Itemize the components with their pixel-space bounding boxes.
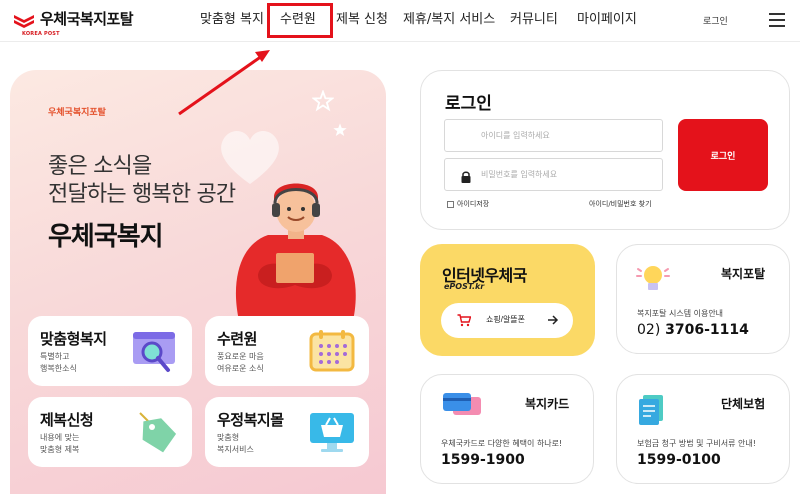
remember-id-label: 아이디저장	[457, 200, 490, 208]
lightbulb-icon	[636, 266, 670, 290]
welfare-portal-title: 복지포탈	[721, 267, 766, 281]
mascot-illustration	[235, 183, 356, 325]
welfare-card-title: 복지카드	[525, 397, 570, 411]
tile-description: 맞춤형 복지서비스	[217, 433, 254, 454]
search-window-icon	[133, 332, 175, 372]
tile-title: 우정복지몰	[217, 411, 284, 429]
hero-headline-line2: 전달하는 행복한 공간	[48, 182, 236, 207]
lock-icon	[461, 171, 471, 183]
tile-description: 내용에 맞는 맞춤형 제복	[40, 433, 80, 454]
nav-uniform-request[interactable]: 제복 신청	[336, 11, 388, 29]
hero-tag: 우체국복지포탈	[48, 108, 106, 118]
group-insurance-title: 단체보험	[721, 397, 766, 411]
nav-mypage[interactable]: 마이페이지	[577, 11, 637, 29]
group-insurance-description: 보험금 청구 방법 및 구비서류 안내!	[637, 439, 756, 448]
nav-community[interactable]: 커뮤니티	[510, 11, 558, 29]
site-logo[interactable]: 우체국복지포탈 KOREA POST	[12, 9, 134, 37]
document-icon	[639, 395, 663, 425]
tile-postal-mall[interactable]: 우정복지몰 맞춤형 복지서비스	[205, 397, 369, 467]
tile-training-center[interactable]: 수련원 풍요로운 마음 여유로운 소식	[205, 316, 369, 386]
tile-uniform-request[interactable]: 제복신청 내용에 맞는 맞춤형 제복	[28, 397, 192, 467]
epost-card[interactable]: 인터넷우체국 ePOST.kr 쇼핑/알뜰폰	[420, 244, 595, 356]
credit-card-icon	[443, 393, 481, 415]
menu-icon[interactable]	[769, 13, 785, 27]
welfare-portal-description: 복지포탈 시스템 이용안내	[637, 309, 724, 318]
group-insurance-phone: 1599-0100	[637, 452, 721, 468]
tile-custom-welfare[interactable]: 맞춤형복지 특별하고 행복한소식	[28, 316, 192, 386]
nav-highlight-box	[267, 3, 333, 38]
tile-title: 수련원	[217, 330, 257, 348]
tile-description: 특별하고 행복한소식	[40, 352, 77, 373]
star-icon	[333, 123, 347, 136]
hero-headline-line1: 좋은 소식을	[48, 154, 152, 179]
nav-custom-welfare[interactable]: 맞춤형 복지	[200, 11, 264, 29]
checkbox-icon[interactable]	[447, 200, 454, 208]
group-insurance-card[interactable]: 단체보험 보험금 청구 방법 및 구비서류 안내! 1599-0100	[616, 374, 790, 484]
epost-subtitle: ePOST.kr	[444, 282, 485, 291]
site-header: 우체국복지포탈 KOREA POST 맞춤형 복지 수련원 제복 신청 제휴/복…	[0, 0, 800, 42]
star-icon	[312, 90, 334, 112]
tile-title: 맞춤형복지	[40, 330, 107, 348]
korea-post-logo-icon	[14, 15, 34, 28]
logo-title: 우체국복지포탈	[40, 10, 134, 28]
shopping-button-label: 쇼핑/알뜰폰	[486, 315, 526, 324]
cart-icon	[457, 314, 471, 327]
tag-icon	[139, 412, 177, 453]
hero-title: 우체국복지	[48, 222, 164, 252]
welfare-card-card[interactable]: 복지카드 우체국카드로 다양한 혜택이 하나로! 1599-1900	[420, 374, 594, 484]
welfare-portal-card[interactable]: 복지포탈 복지포탈 시스템 이용안내 02) 3706-1114	[616, 244, 790, 354]
shopping-button[interactable]: 쇼핑/알뜰폰	[441, 303, 573, 338]
find-account-link[interactable]: 아이디/비밀번호 찾기	[589, 199, 652, 209]
tile-title: 제복신청	[40, 411, 94, 429]
remember-id-checkbox[interactable]: 아이디저장	[447, 199, 489, 209]
calendar-icon	[309, 330, 355, 372]
tile-description: 풍요로운 마음 여유로운 소식	[217, 352, 264, 373]
hero-panel: 우체국복지포탈 좋은 소식을 전달하는 행복한 공간 우체국복지 맞춤형복지 특…	[10, 70, 386, 494]
nav-partner-services[interactable]: 제휴/복지 서비스	[403, 11, 495, 29]
login-card: 로그인 로그인 아이디저장 아이디/비밀번호 찾기	[420, 70, 790, 230]
welfare-card-description: 우체국카드로 다양한 혜택이 하나로!	[441, 439, 563, 448]
shopping-basket-monitor-icon	[310, 413, 354, 452]
login-button[interactable]: 로그인	[678, 119, 768, 191]
login-title: 로그인	[445, 94, 492, 114]
arrow-right-icon	[548, 315, 559, 325]
welfare-portal-phone: 02) 3706-1114	[637, 322, 749, 338]
logo-subtitle: KOREA POST	[22, 31, 60, 37]
header-login-link[interactable]: 로그인	[703, 14, 728, 27]
password-input[interactable]	[444, 158, 663, 191]
welfare-card-phone: 1599-1900	[441, 452, 525, 468]
user-id-input[interactable]	[444, 119, 663, 152]
